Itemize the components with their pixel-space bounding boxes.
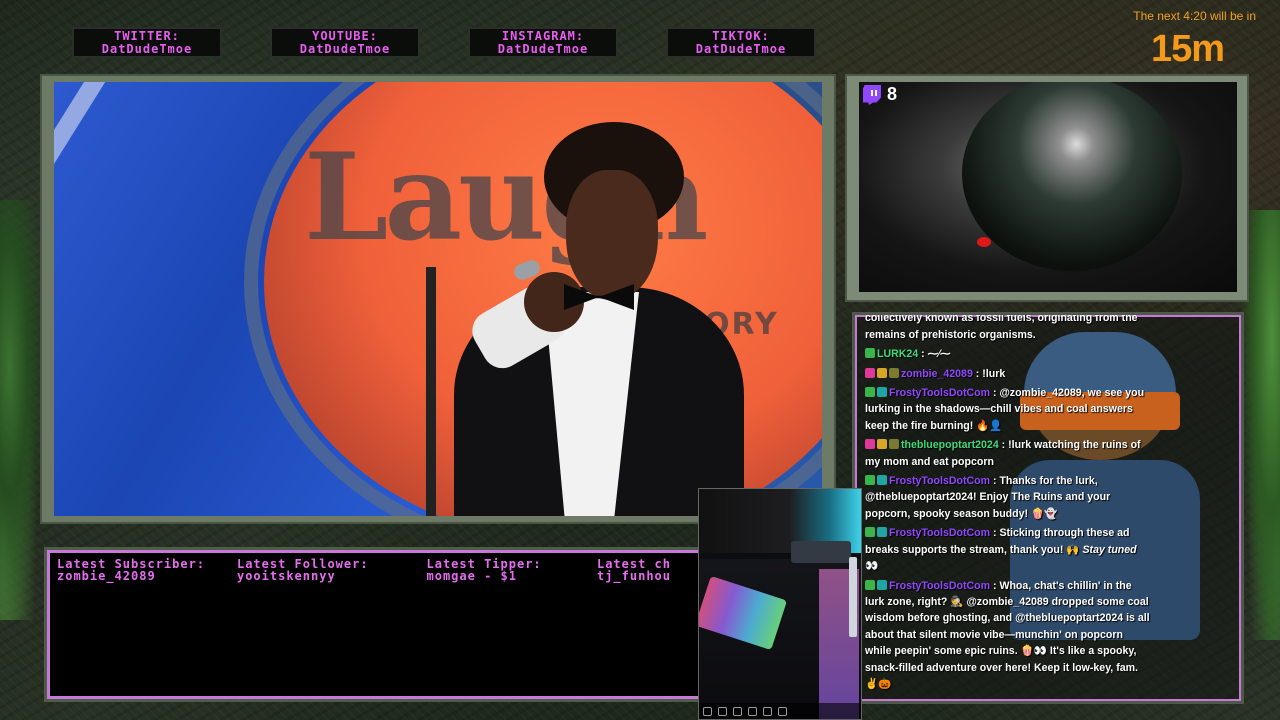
countdown-value: 15m — [1150, 28, 1225, 70]
chat-badge-icon — [889, 367, 899, 378]
toolbar-icon[interactable] — [778, 706, 787, 716]
chat-username[interactable]: zombie_42089 — [901, 368, 973, 380]
ticker-row: Latest Subscriber: zombie_42089 Latest F… — [57, 558, 691, 582]
performer-face — [566, 170, 658, 300]
social-instagram: INSTAGRAM: DatDudeTmoe — [468, 27, 618, 58]
chat-username[interactable]: FrostyToolsDotCom — [889, 475, 990, 487]
toolbar-icon[interactable] — [763, 706, 772, 716]
chat-username[interactable]: thebluepoptart2024 — [901, 439, 999, 451]
ticker-value: tj_funhou — [596, 569, 671, 583]
ticker-value: zombie_42089 — [57, 569, 156, 583]
chat-message: FrostyToolsDotCom : Sticking through the… — [865, 527, 1137, 573]
chat-badge-icon — [877, 439, 887, 450]
countdown-label: The next 4:20 will be in — [1133, 9, 1256, 23]
social-handle: DatDudeTmoe — [101, 42, 193, 56]
viewer-counter: 8 — [863, 84, 897, 105]
chat-badge-icon — [865, 387, 875, 398]
toolbar-icon[interactable] — [733, 706, 742, 716]
ticker-latest-subscriber: Latest Subscriber: zombie_42089 — [57, 558, 217, 582]
toolbar-icon[interactable] — [703, 706, 712, 716]
desk-mixer — [791, 541, 851, 563]
social-youtube: YOUTUBE: DatDudeTmoe — [270, 27, 420, 58]
latest-events-ticker: Latest Subscriber: zombie_42089 Latest F… — [44, 547, 704, 702]
chat-badge-icon — [877, 579, 887, 590]
ticker-latest-follower: Latest Follower: yooitskennyy — [237, 558, 407, 582]
chat-username[interactable]: FrostyToolsDotCom — [889, 580, 990, 592]
main-video-frame: Laugh ORY — [40, 74, 836, 524]
ticker-value: momgae - $1 — [426, 569, 517, 583]
chat-text: Coal, oil, and natural gas are collectiv… — [865, 312, 1138, 341]
webcam-video: 8 — [859, 82, 1237, 292]
chat-badge-icon — [877, 387, 887, 398]
chat-message: FrostyToolsDotCom : Whoa, chat's chillin… — [865, 579, 1150, 690]
viewer-count: 8 — [887, 84, 898, 104]
performer — [414, 122, 744, 516]
webcam-moon — [962, 82, 1182, 271]
chat-badge-icon — [865, 367, 875, 378]
toolbar-icon[interactable] — [748, 706, 757, 716]
desk-toolbar — [699, 703, 861, 719]
chat-username[interactable]: FrostyToolsDotCom — [889, 527, 990, 539]
ticker-value: yooitskennyy — [236, 569, 336, 583]
chat-badge-icon — [865, 348, 875, 359]
chat-username[interactable]: LURK24 — [877, 348, 918, 360]
desk-scrollbar[interactable] — [849, 557, 857, 637]
chat-text: !lurk — [982, 367, 1006, 380]
chat-emoji: 👀 — [865, 560, 879, 573]
chat-panel[interactable]: FrostyToolsDotCom : Coal, oil, and natur… — [852, 312, 1244, 704]
chat-message: thebluepoptart2024 : !lurk watching the … — [865, 439, 1141, 468]
main-video: Laugh ORY — [54, 82, 822, 516]
chat-text: ⁓⁄⁓ — [927, 348, 951, 361]
chat-message: zombie_42089 : !lurk — [865, 366, 1150, 382]
chat-badge-icon — [865, 579, 875, 590]
chat-username[interactable]: FrostyToolsDotCom — [889, 387, 990, 399]
chat-badge-icon — [865, 475, 875, 486]
chat-badge-icon — [877, 475, 887, 486]
webcam-red-light — [977, 237, 991, 247]
chat-message: LURK24 : ⁓⁄⁓ — [865, 346, 1150, 362]
chat-badge-icon — [865, 439, 875, 450]
chat-message: FrostyToolsDotCom : Coal, oil, and natur… — [865, 312, 1150, 343]
social-handle: DatDudeTmoe — [497, 42, 589, 56]
chat-badge-icon — [877, 527, 887, 538]
chat-text: Whoa, chat's chillin' in the lurk zone, … — [865, 579, 1150, 690]
social-tiktok: TIKTOK: DatDudeTmoe — [666, 27, 816, 58]
ticker-latest-tipper: Latest Tipper: momgae - $1 — [427, 558, 577, 582]
chat-badge-icon — [865, 527, 875, 538]
chat-text-italic: Stay tuned — [1079, 543, 1137, 556]
twitch-icon — [863, 84, 881, 105]
chat-message: FrostyToolsDotCom : @zombie_42089, we se… — [865, 387, 1145, 432]
chat-badge-icon — [877, 367, 887, 378]
social-handle: DatDudeTmoe — [299, 42, 391, 56]
toolbar-icon[interactable] — [718, 706, 727, 716]
social-handle: DatDudeTmoe — [695, 42, 787, 56]
chat-message: FrostyToolsDotCom : Thanks for the lurk,… — [865, 475, 1111, 520]
social-twitter: TWITTER: DatDudeTmoe — [72, 27, 222, 58]
desk-camera — [698, 488, 862, 720]
chat-badge-icon — [889, 439, 899, 450]
webcam-frame: 8 — [845, 74, 1249, 302]
chat-message-list: FrostyToolsDotCom : Coal, oil, and natur… — [865, 312, 1150, 695]
ticker-latest-cheer: Latest ch tj_funhou — [597, 558, 671, 582]
